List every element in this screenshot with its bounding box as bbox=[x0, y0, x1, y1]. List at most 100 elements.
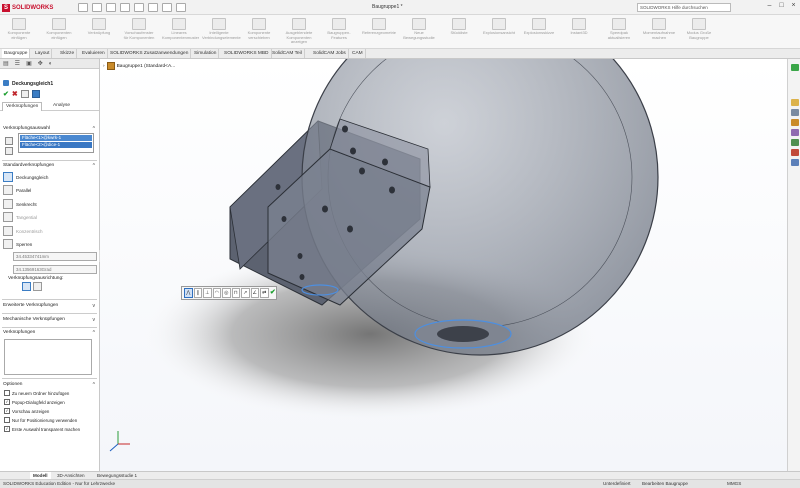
mechanical-mates-header[interactable]: Mechanische Verknüpfungen bbox=[3, 317, 65, 322]
options-header[interactable]: Optionen bbox=[3, 382, 22, 387]
checkbox-icon[interactable] bbox=[4, 390, 10, 396]
maximize-icon[interactable]: □ bbox=[778, 2, 785, 9]
property-manager-icon[interactable]: ☰ bbox=[15, 60, 20, 67]
option-checkbox[interactable]: ✓ Erste Auswahl transparent machen bbox=[4, 426, 80, 432]
help-search-input[interactable]: SOLIDWORKS Hilfe durchsuchen bbox=[637, 3, 731, 12]
checkbox-icon[interactable]: ✓ bbox=[4, 426, 10, 432]
mate-option[interactable]: Sperren bbox=[3, 239, 32, 249]
tab-5[interactable]: Simulation bbox=[192, 49, 220, 58]
save-icon[interactable] bbox=[106, 3, 116, 12]
mate-option[interactable]: Deckungsgleich bbox=[3, 172, 48, 182]
chevron-up-icon[interactable]: ^ bbox=[93, 330, 95, 336]
open-icon[interactable] bbox=[92, 3, 102, 12]
ribbon-button[interactable]: Verknüpfung bbox=[82, 18, 116, 48]
angle-field[interactable]: 34.13569163Grad bbox=[13, 265, 97, 274]
ribbon-button[interactable]: Komponenten einfügen bbox=[42, 18, 76, 48]
checkbox-icon[interactable] bbox=[4, 417, 10, 423]
pushpin-icon[interactable] bbox=[20, 90, 29, 98]
tab-mates[interactable]: Verknüpfungen bbox=[2, 102, 43, 111]
chevron-down-icon[interactable]: v bbox=[93, 303, 96, 309]
custom-properties-icon[interactable] bbox=[791, 159, 799, 166]
new-icon[interactable] bbox=[78, 3, 88, 12]
minimize-icon[interactable]: – bbox=[766, 2, 773, 9]
distance-field[interactable]: 34.45334741mm bbox=[13, 252, 97, 261]
chevron-down-icon[interactable]: v bbox=[93, 317, 96, 323]
ribbon-button[interactable]: Lineares Komponentenmuster bbox=[162, 18, 199, 48]
explorer-icon[interactable] bbox=[791, 129, 799, 136]
ribbon-button[interactable]: Ausgeblendete Komponenten anzeigen bbox=[282, 18, 316, 48]
chevron-up-icon[interactable]: ^ bbox=[93, 382, 95, 388]
tab-2[interactable]: Skizze bbox=[58, 49, 78, 58]
config-manager-icon[interactable]: ▣ bbox=[26, 60, 32, 67]
ribbon-button[interactable]: Komponente verschieben bbox=[242, 18, 276, 48]
selection-item[interactable]: Fläche<2>@dice-1 bbox=[20, 142, 92, 148]
selection-header[interactable]: Verknüpfungsauswahl bbox=[3, 126, 50, 131]
tab-8[interactable]: SolidCAM Jobs bbox=[311, 49, 349, 58]
option-checkbox[interactable]: ✓ Popup-Dialogfeld anzeigen bbox=[4, 399, 65, 405]
ribbon-button[interactable]: Baugruppen-Features bbox=[322, 18, 356, 48]
ribbon-button[interactable]: Komponente einfügen bbox=[2, 18, 36, 48]
tab-4[interactable]: SOLIDWORKS Zusatzanwendungen bbox=[108, 49, 192, 58]
display-manager-icon[interactable]: ◐ bbox=[49, 61, 53, 67]
ribbon-button[interactable]: Instant3D bbox=[562, 18, 596, 48]
option-checkbox[interactable]: ✓ Vorschau anzeigen bbox=[4, 408, 49, 414]
mate-option[interactable]: Senkrecht bbox=[3, 199, 37, 209]
selection-list[interactable]: Fläche<1>@kwrk-1 Fläche<2>@dice-1 bbox=[18, 133, 94, 153]
tab-0[interactable]: Baugruppe bbox=[2, 49, 31, 58]
ribbon-button[interactable]: Referenzgeometrie bbox=[362, 18, 396, 48]
chevron-up-icon[interactable]: ^ bbox=[93, 163, 95, 169]
app-logo[interactable]: S SOLIDWORKS bbox=[2, 3, 53, 12]
mates-list-box[interactable] bbox=[4, 339, 92, 375]
coincident-icon[interactable]: ⋀ bbox=[184, 288, 193, 298]
tab-7[interactable]: SolidCAM Teil bbox=[270, 49, 305, 58]
anti-aligned-icon[interactable] bbox=[33, 282, 42, 291]
flip-alignment-icon[interactable]: ⇄ bbox=[260, 288, 269, 298]
ribbon-button[interactable]: Modus Große Baugruppe bbox=[682, 18, 716, 48]
parallel-icon[interactable]: ∥ bbox=[193, 288, 202, 298]
undo-icon[interactable] bbox=[134, 3, 144, 12]
ribbon-button[interactable]: Stückliste bbox=[442, 18, 476, 48]
options-icon[interactable] bbox=[176, 3, 186, 12]
graphics-area[interactable]: › Baugruppe1 (Standard<A... ⋀ ∥ ⊥ ◠ ◎ ⊓ … bbox=[100, 59, 787, 471]
feature-tree-icon[interactable]: ▤ bbox=[3, 60, 9, 67]
view-palette-icon[interactable] bbox=[791, 139, 799, 146]
aligned-icon[interactable] bbox=[22, 282, 31, 291]
checkbox-icon[interactable]: ✓ bbox=[4, 408, 10, 414]
ribbon-button[interactable]: Neue Bewegungsstudie bbox=[402, 18, 436, 48]
ribbon-button[interactable]: Explosionsskizze bbox=[522, 18, 556, 48]
select-icon[interactable] bbox=[148, 3, 158, 12]
mates-list-header[interactable]: Verknüpfungen bbox=[3, 330, 35, 335]
tab-analysis[interactable]: Analyse bbox=[50, 102, 73, 110]
selection-item[interactable]: Fläche<1>@kwrk-1 bbox=[20, 135, 92, 141]
print-icon[interactable] bbox=[120, 3, 130, 12]
concentric-icon[interactable]: ◎ bbox=[222, 288, 231, 298]
lock-icon[interactable]: ⊓ bbox=[231, 288, 240, 298]
ribbon-button[interactable]: Explosionsansicht bbox=[482, 18, 516, 48]
appearances-icon[interactable] bbox=[791, 149, 799, 156]
perpendicular-icon[interactable]: ⊥ bbox=[203, 288, 212, 298]
library-icon[interactable] bbox=[791, 119, 799, 126]
ok-icon[interactable]: ✔ bbox=[3, 90, 9, 98]
keep-visible-icon[interactable] bbox=[31, 90, 40, 98]
distance-icon[interactable]: ↗ bbox=[241, 288, 250, 298]
tangent-icon[interactable]: ◠ bbox=[212, 288, 221, 298]
angle-icon[interactable]: ∠ bbox=[250, 288, 259, 298]
mate-option[interactable]: Konzentrisch bbox=[3, 226, 43, 236]
tab-6[interactable]: SOLIDWORKS MBD bbox=[222, 49, 272, 58]
chevron-up-icon[interactable]: ^ bbox=[93, 126, 95, 132]
option-checkbox[interactable]: Nur für Positionierung verwenden bbox=[4, 417, 77, 423]
ribbon-button[interactable]: Speedpak aktualisieren bbox=[602, 18, 636, 48]
mate-option[interactable]: Tangential bbox=[3, 212, 37, 222]
accept-check-icon[interactable] bbox=[791, 64, 799, 71]
resources-icon[interactable] bbox=[791, 109, 799, 116]
standard-mates-header[interactable]: Standardverknüpfungen bbox=[3, 163, 54, 168]
ribbon-button[interactable]: Intelligente Verbindungselemente bbox=[202, 18, 241, 48]
dimxpert-icon[interactable]: ✥ bbox=[38, 60, 43, 67]
checkbox-icon[interactable]: ✓ bbox=[4, 399, 10, 405]
ribbon-button[interactable]: Vorschaufenster für Komponenten bbox=[122, 18, 156, 48]
tab-9[interactable]: CAM bbox=[350, 49, 366, 58]
accept-mate-icon[interactable]: ✔ bbox=[270, 289, 277, 297]
home-icon[interactable] bbox=[791, 99, 799, 106]
tab-3[interactable]: Evaluieren bbox=[80, 49, 108, 58]
option-checkbox[interactable]: Zu neuem Ordner hinzufügen bbox=[4, 390, 69, 396]
